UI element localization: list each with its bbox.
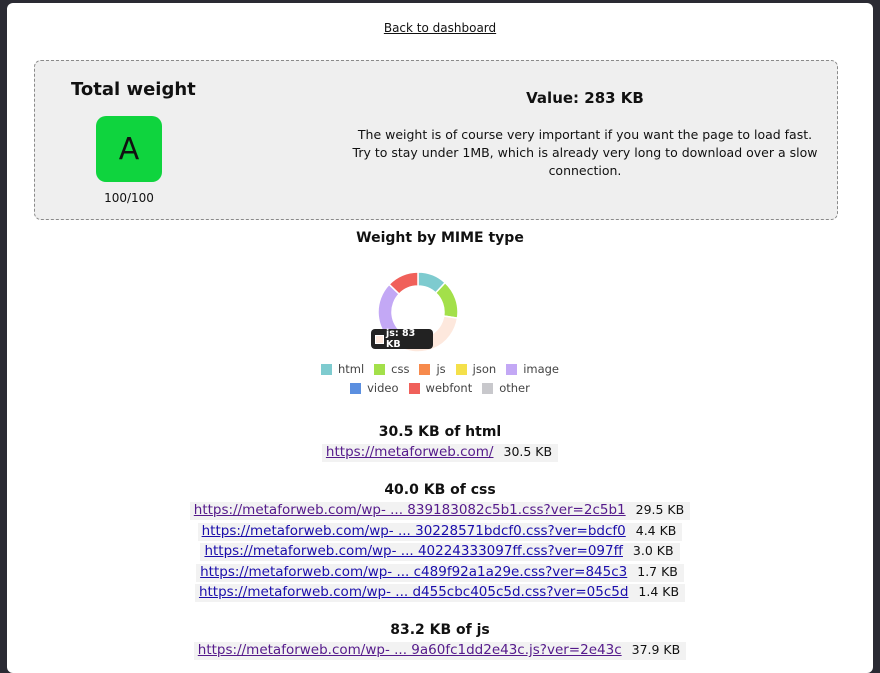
css-section-title: 40.0 KB of css	[384, 482, 496, 498]
legend-item-html[interactable]: html	[320, 362, 365, 376]
js-resource-row: https://metaforweb.com/wp- ... 9a60fc1dd…	[7, 642, 873, 660]
legend-label-json: json	[472, 362, 497, 376]
legend-swatch-video	[350, 382, 362, 394]
legend-swatch-webfont	[408, 382, 420, 394]
resource-url-link[interactable]: https://metaforweb.com/	[322, 444, 498, 462]
chart-legend-row-2: video webfont other	[7, 381, 873, 395]
resource-size: 30.5 KB	[497, 444, 559, 462]
js-section-title: 83.2 KB of js	[390, 622, 490, 638]
resource-url-link[interactable]: https://metaforweb.com/wp- ... d455cbc40…	[195, 584, 632, 602]
resource-url-link[interactable]: https://metaforweb.com/wp- ... 402243330…	[200, 543, 626, 561]
tooltip-text: js: 83 KB	[385, 328, 416, 350]
legend-label-video: video	[367, 381, 399, 395]
css-resource-row-content: https://metaforweb.com/wp- ... d455cbc40…	[194, 584, 686, 602]
css-resource-row-content: https://metaforweb.com/wp- ... c489f92a1…	[196, 563, 684, 582]
score-text: 100/100	[104, 191, 154, 205]
legend-item-image[interactable]: image	[506, 362, 559, 376]
resource-size: 4.4 KB	[629, 522, 683, 541]
chart-legend-row-1: html css js json image	[7, 362, 873, 376]
js-resource-row-content: https://metaforweb.com/wp- ... 9a60fc1dd…	[193, 642, 687, 660]
html-section-title: 30.5 KB of html	[378, 424, 502, 440]
css-resource-row-content: https://metaforweb.com/wp- ... 30228571b…	[197, 522, 683, 541]
css-resource-row: https://metaforweb.com/wp- ... 839183082…	[7, 502, 873, 520]
legend-swatch-json	[455, 363, 467, 375]
legend-item-js[interactable]: js	[419, 362, 446, 376]
resource-size: 3.0 KB	[626, 543, 680, 561]
page: Back to dashboard Total weight A 100/100…	[7, 3, 873, 673]
total-weight-card: Total weight A 100/100 Value: 283 KB The…	[34, 60, 838, 220]
legend-label-webfont: webfont	[425, 381, 473, 395]
legend-label-other: other	[499, 381, 530, 395]
back-to-dashboard-link[interactable]: Back to dashboard	[7, 21, 873, 35]
card-title: Total weight	[71, 79, 196, 100]
legend-label-image: image	[523, 362, 560, 376]
legend-item-css[interactable]: css	[374, 362, 409, 376]
legend-swatch-html	[320, 363, 332, 375]
legend-swatch-other	[482, 382, 494, 394]
weight-description: The weight is of course very important i…	[352, 127, 818, 178]
resource-size: 1.4 KB	[632, 584, 686, 602]
resource-url-link[interactable]: https://metaforweb.com/wp- ... 839183082…	[190, 502, 630, 520]
tooltip-swatch	[375, 334, 384, 344]
html-resource-row: https://metaforweb.com/30.5 KB	[7, 444, 873, 462]
resource-url-link[interactable]: https://metaforweb.com/wp- ... c489f92a1…	[196, 564, 631, 582]
resource-url-link[interactable]: https://metaforweb.com/wp- ... 9a60fc1dd…	[194, 642, 626, 660]
grade-badge: A	[96, 116, 162, 182]
css-resource-row: https://metaforweb.com/wp- ... 30228571b…	[7, 522, 873, 541]
legend-label-css: css	[391, 362, 410, 376]
legend-label-js: js	[436, 362, 446, 376]
legend-item-other[interactable]: other	[482, 381, 530, 395]
chart-tooltip: js: 83 KB	[371, 328, 433, 350]
css-resource-row-content: https://metaforweb.com/wp- ... 839183082…	[189, 502, 691, 520]
legend-label-html: html	[337, 362, 365, 376]
legend-item-json[interactable]: json	[455, 362, 497, 376]
legend-item-webfont[interactable]: webfont	[408, 381, 473, 395]
css-resource-row: https://metaforweb.com/wp- ... 402243330…	[7, 543, 873, 561]
resource-size: 37.9 KB	[625, 642, 687, 660]
mime-chart-title: Weight by MIME type	[356, 230, 524, 246]
weight-value: Value: 283 KB	[526, 89, 644, 107]
legend-swatch-js	[419, 363, 431, 375]
resource-size: 1.7 KB	[631, 563, 684, 582]
legend-swatch-css	[374, 363, 386, 375]
css-resource-row-content: https://metaforweb.com/wp- ... 402243330…	[200, 543, 680, 561]
legend-item-video[interactable]: video	[350, 381, 399, 395]
html-resource-row-content: https://metaforweb.com/30.5 KB	[321, 444, 559, 462]
resource-url-link[interactable]: https://metaforweb.com/wp- ... 30228571b…	[198, 523, 630, 541]
legend-swatch-image	[506, 363, 518, 375]
resource-size: 29.5 KB	[629, 502, 691, 520]
css-resource-row: https://metaforweb.com/wp- ... c489f92a1…	[7, 563, 873, 582]
css-resource-row: https://metaforweb.com/wp- ... d455cbc40…	[7, 584, 873, 602]
